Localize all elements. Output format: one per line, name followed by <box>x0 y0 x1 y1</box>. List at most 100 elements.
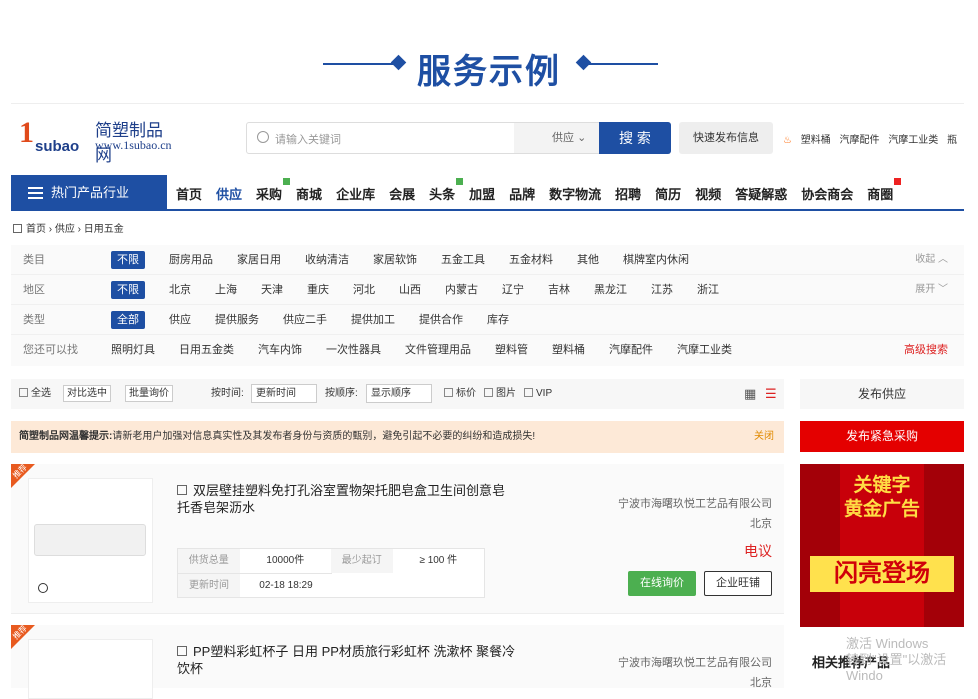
filter-label: 地区 <box>23 284 45 296</box>
filter-option[interactable]: 不限 <box>111 251 145 269</box>
select-all-checkbox[interactable]: 全选 <box>19 379 51 409</box>
price-checkbox[interactable]: 标价 <box>444 379 476 409</box>
list-view-icon[interactable]: ☰ <box>765 379 777 409</box>
search-input[interactable]: 请输入关键词 <box>275 131 341 147</box>
product-checkbox[interactable] <box>177 485 187 495</box>
filter-option[interactable]: 棋牌室内休闲 <box>623 245 689 275</box>
product-title[interactable]: 双层壁挂塑料免打孔浴室置物架托肥皂盒卫生间创意皂托香皂架沥水 <box>177 482 517 516</box>
collapse-toggle[interactable]: 收起 ︿ <box>915 245 948 275</box>
filter-option[interactable]: 五金材料 <box>509 245 553 275</box>
filter-option[interactable]: 黑龙江 <box>594 275 627 305</box>
filter-option[interactable]: 不限 <box>111 281 145 299</box>
company-name[interactable]: 宁波市海曙玖悦工艺品有限公司 <box>618 653 772 673</box>
hot-word[interactable]: 瓶 <box>947 135 957 146</box>
filter-option[interactable]: 天津 <box>261 275 283 305</box>
nav-item-brand[interactable]: 品牌 <box>509 184 535 203</box>
filter-option[interactable]: 山西 <box>399 275 421 305</box>
product-image[interactable] <box>28 639 153 699</box>
suggest-option[interactable]: 照明灯具 <box>111 335 155 365</box>
filter-option[interactable]: 供应 <box>169 305 191 335</box>
filter-option[interactable]: 供应二手 <box>283 305 327 335</box>
batch-inquiry-button[interactable]: 批量询价 <box>125 379 173 409</box>
expand-toggle[interactable]: 展开 ﹀ <box>915 275 948 305</box>
play-icon[interactable] <box>38 583 48 593</box>
ad-line: 黄金广告 <box>843 499 920 520</box>
search-button[interactable]: 搜 索 <box>599 122 671 154</box>
filter-option[interactable]: 重庆 <box>307 275 329 305</box>
site-logo[interactable]: 1 subao 简塑制品网 www.1subao.cn <box>19 116 179 165</box>
filter-option[interactable]: 提供加工 <box>351 305 395 335</box>
nav-item-supply[interactable]: 供应 <box>216 184 242 203</box>
sort-time-select[interactable]: 更新时间 <box>251 379 317 409</box>
product-title[interactable]: PP塑料彩虹杯子 日用 PP材质旅行彩虹杯 洗漱杯 聚餐冷饮杯 <box>177 643 517 677</box>
filter-option[interactable]: 库存 <box>487 305 509 335</box>
suggest-option[interactable]: 日用五金类 <box>179 335 234 365</box>
nav-item-logistics[interactable]: 数字物流 <box>549 184 601 203</box>
filter-option[interactable]: 厨房用品 <box>169 245 213 275</box>
hot-word[interactable]: 汽摩工业类 <box>888 135 938 146</box>
filter-option[interactable]: 全部 <box>111 311 145 329</box>
nav-item-circle[interactable]: 商圈 <box>867 177 902 203</box>
nav-item-news[interactable]: 头条 <box>429 177 464 203</box>
filter-option[interactable]: 浙江 <box>697 275 719 305</box>
filter-option[interactable]: 内蒙古 <box>445 275 478 305</box>
breadcrumb-item[interactable]: 首页 <box>26 224 46 235</box>
filter-option[interactable]: 北京 <box>169 275 191 305</box>
publish-supply-button[interactable]: 发布供应 <box>800 379 964 409</box>
nav-item-join[interactable]: 加盟 <box>469 184 495 203</box>
suggest-option[interactable]: 文件管理用品 <box>405 335 471 365</box>
nav-item-home[interactable]: 首页 <box>176 184 202 203</box>
suggest-option[interactable]: 汽车内饰 <box>258 335 302 365</box>
notice-close-button[interactable]: 关闭 <box>754 421 774 453</box>
breadcrumb-item[interactable]: 供应 <box>55 224 75 235</box>
filter-option[interactable]: 吉林 <box>548 275 570 305</box>
company-name[interactable]: 宁波市海曙玖悦工艺品有限公司 <box>618 494 772 514</box>
nav-item-purchase[interactable]: 采购 <box>256 177 291 203</box>
hot-word[interactable]: 塑料桶 <box>801 135 831 146</box>
nav-item-expo[interactable]: 会展 <box>389 184 415 203</box>
nav-item-mall[interactable]: 商城 <box>296 184 322 203</box>
vip-checkbox[interactable]: VIP <box>524 379 552 409</box>
search-type-select[interactable]: 供应 ⌄ <box>514 123 599 153</box>
product-checkbox[interactable] <box>177 646 187 656</box>
filter-option[interactable]: 辽宁 <box>502 275 524 305</box>
nav-item-jobs[interactable]: 招聘 <box>615 184 641 203</box>
grid-view-icon[interactable]: ▦ <box>744 379 756 409</box>
nav-item-qa[interactable]: 答疑解惑 <box>735 184 787 203</box>
sort-time-value: 更新时间 <box>251 384 317 403</box>
filter-option[interactable]: 收纳清洁 <box>305 245 349 275</box>
nav-item-resume[interactable]: 简历 <box>655 184 681 203</box>
filter-option[interactable]: 其他 <box>577 245 599 275</box>
filter-option[interactable]: 家居软饰 <box>373 245 417 275</box>
nav-item-association[interactable]: 协会商会 <box>801 184 853 203</box>
filter-option[interactable]: 上海 <box>215 275 237 305</box>
hot-word[interactable]: 汽摩配件 <box>840 135 880 146</box>
nav-item-companies[interactable]: 企业库 <box>336 184 375 203</box>
compare-button[interactable]: 对比选中 <box>63 379 111 409</box>
inquiry-button[interactable]: 在线询价 <box>628 571 696 596</box>
filter-option[interactable]: 江苏 <box>651 275 673 305</box>
product-image[interactable] <box>28 478 153 603</box>
advanced-search-link[interactable]: 高级搜索 <box>904 335 948 365</box>
quick-publish-button[interactable]: 快速发布信息 <box>679 122 773 154</box>
ad-banner[interactable]: 关键字 黄金广告 闪亮登场 <box>800 464 964 627</box>
suggest-option[interactable]: 汽摩工业类 <box>677 335 732 365</box>
urgent-purchase-button[interactable]: 发布紧急采购 <box>800 421 964 452</box>
suggest-option[interactable]: 塑料管 <box>495 335 528 365</box>
filter-option[interactable]: 河北 <box>353 275 375 305</box>
shop-button[interactable]: 企业旺铺 <box>704 571 772 596</box>
suggest-option[interactable]: 一次性器具 <box>326 335 381 365</box>
suggest-option[interactable]: 塑料桶 <box>552 335 585 365</box>
nav-item-video[interactable]: 视频 <box>695 184 721 203</box>
checkbox-icon <box>484 388 493 397</box>
notice-text: 请新老用户加强对信息真实性及其发布者身份与资质的甄别，避免引起不必要的纠纷和造成… <box>112 431 536 442</box>
filter-option[interactable]: 家居日用 <box>237 245 281 275</box>
filter-option[interactable]: 五金工具 <box>441 245 485 275</box>
filter-option[interactable]: 提供服务 <box>215 305 259 335</box>
image-checkbox[interactable]: 图片 <box>484 379 516 409</box>
sort-order-select[interactable]: 显示顺序 <box>366 379 432 409</box>
ad-big-text: 闪亮登场 <box>810 556 954 592</box>
category-menu-button[interactable]: 热门产品行业 <box>11 175 167 211</box>
filter-option[interactable]: 提供合作 <box>419 305 463 335</box>
suggest-option[interactable]: 汽摩配件 <box>609 335 653 365</box>
